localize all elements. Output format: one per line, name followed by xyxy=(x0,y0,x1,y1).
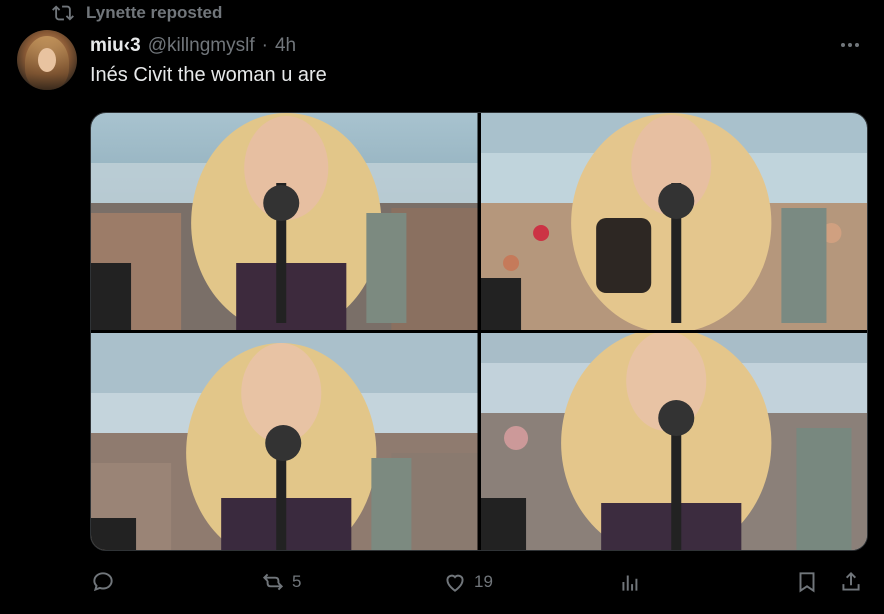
views-button[interactable] xyxy=(618,566,644,598)
more-options-button[interactable] xyxy=(834,34,866,56)
photo-4[interactable] xyxy=(480,333,867,550)
repost-label: Lynette reposted xyxy=(86,3,223,22)
like-button[interactable]: 19 xyxy=(442,566,493,598)
handle[interactable]: @killngmyslf xyxy=(148,35,255,57)
tweet-text: Inés Civit the woman u are xyxy=(90,64,327,86)
timestamp[interactable]: 4h xyxy=(275,35,296,57)
more-icon xyxy=(841,43,859,47)
bookmark-icon xyxy=(799,572,815,593)
reply-icon xyxy=(93,572,113,592)
like-count: 19 xyxy=(474,572,493,591)
tweet-header: miu‹3 @killngmyslf · 4h xyxy=(90,34,296,58)
tweet-actions: 5 19 xyxy=(90,566,866,598)
display-name[interactable]: miu‹3 xyxy=(90,35,141,57)
share-button[interactable] xyxy=(838,566,864,598)
photo-1[interactable] xyxy=(91,113,478,330)
retweet-button[interactable]: 5 xyxy=(260,566,301,598)
photo-3[interactable] xyxy=(91,333,478,550)
heart-icon xyxy=(446,574,464,592)
media-grid xyxy=(90,112,868,551)
repost-icon xyxy=(52,5,74,21)
repost-indicator[interactable]: Lynette reposted xyxy=(52,0,222,26)
retweet-count: 5 xyxy=(292,572,302,591)
retweet-icon xyxy=(262,573,284,591)
photo-2[interactable] xyxy=(480,113,867,330)
separator-dot: · xyxy=(261,35,268,56)
analytics-icon xyxy=(622,575,638,591)
bookmark-button[interactable] xyxy=(794,566,820,598)
avatar[interactable] xyxy=(17,30,77,90)
reply-button[interactable] xyxy=(90,566,116,598)
share-icon xyxy=(842,571,860,591)
